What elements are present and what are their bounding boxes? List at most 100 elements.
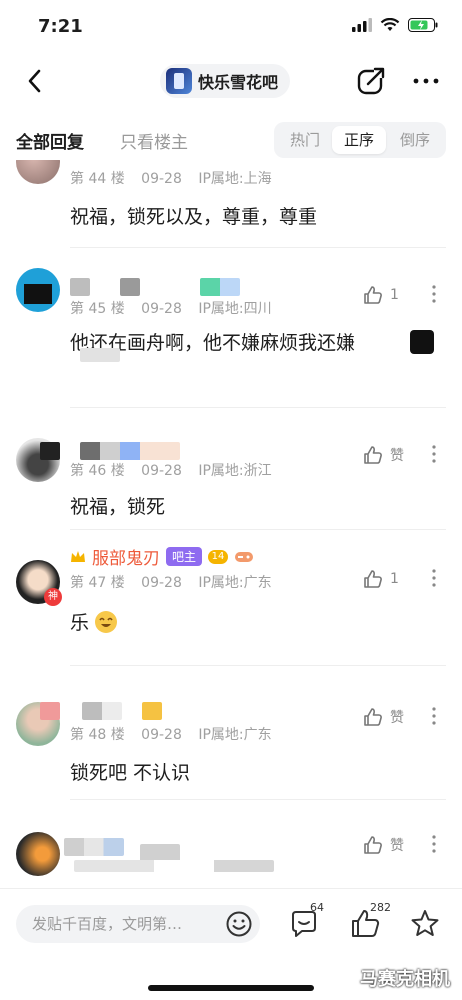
ip-location: IP属地:四川 [198,301,272,317]
reply-item[interactable]: 第 44 楼 09-28 IP属地:上海 祝福，锁死以及，尊重，尊重 [0,160,462,248]
meta-mosaic [74,860,274,872]
more-vertical-icon[interactable] [424,706,444,726]
comment-count: 64 [310,901,324,914]
status-bar: 7:21 [0,0,462,56]
signal-icon [352,18,372,32]
like-button[interactable]: 赞 [362,834,404,856]
floor-number: 第 48 楼 [70,727,125,743]
reply-item[interactable]: 第 46 楼 09-28 IP属地:浙江 赞 祝福，锁死 [0,408,462,530]
more-vertical-icon[interactable] [424,568,444,588]
more-vertical-icon[interactable] [424,834,444,854]
reply-meta: 第 44 楼 09-28 IP属地:上海 [70,168,284,188]
battery-icon [408,18,438,32]
avatar[interactable] [16,268,60,312]
username-mosaic [200,278,240,296]
sort-toggle: 热门 正序 倒序 [274,122,446,158]
tab-owner-only[interactable]: 只看楼主 [120,128,188,153]
comment-button[interactable]: 64 [288,901,324,941]
reply-meta: 第 46 楼 09-28 IP属地:浙江 [70,460,284,480]
username-mosaic [120,278,140,296]
sort-ascending[interactable]: 正序 [332,126,386,154]
more-vertical-icon[interactable] [424,444,444,464]
reply-item[interactable]: 第 48 楼 09-28 IP属地:广东 赞 锁死吧 不认识 [0,666,462,800]
back-icon[interactable] [20,66,50,96]
reply-content: 祝福，锁死以及，尊重，尊重 [70,206,318,228]
reply-list: 第 44 楼 09-28 IP属地:上海 祝福，锁死以及，尊重，尊重 第 45 … [0,160,462,888]
like-icon [364,446,382,464]
avatar-badge: 神 [44,588,62,606]
reply-date: 09-28 [141,301,182,317]
username-mosaic [142,702,162,720]
game-controller-icon [235,551,254,562]
reply-content: 乐 [70,608,119,635]
content-mosaic [80,348,120,362]
username-mosaic [82,702,122,720]
sort-descending[interactable]: 倒序 [388,126,442,154]
laugh-emoji-icon [95,610,118,633]
username-mosaic [40,702,60,720]
like-label: 赞 [390,710,404,726]
floor-number: 第 46 楼 [70,463,125,479]
floor-number: 第 44 楼 [70,171,125,187]
like-icon [364,570,382,588]
like-button[interactable]: 赞 [362,706,404,728]
tab-all-replies[interactable]: 全部回复 [16,128,84,153]
emoji-icon[interactable] [224,909,254,939]
username[interactable]: 服部鬼刃 吧主 14 [70,544,254,569]
reply-date: 09-28 [141,575,182,591]
username-mosaic [64,838,124,856]
share-icon[interactable] [354,64,388,98]
forum-avatar [166,68,192,94]
star-icon[interactable] [408,907,442,941]
reply-date: 09-28 [141,727,182,743]
ip-location: IP属地:上海 [198,171,272,187]
reply-content: 他还在画舟啊，他不嫌麻烦我还嫌 [70,332,356,354]
like-count: 1 [390,571,399,587]
reply-item[interactable]: 赞 [0,800,462,888]
reply-date: 09-28 [141,463,182,479]
reply-content: 祝福，锁死 [70,496,166,518]
like-label: 赞 [390,838,404,854]
floor-number: 第 47 楼 [70,575,125,591]
like-button[interactable]: 1 [362,284,399,306]
avatar[interactable] [16,832,60,876]
content-mosaic [410,330,434,354]
wifi-icon [380,18,400,31]
like-post-button[interactable]: 282 [348,901,391,941]
username-text: 服部鬼刃 [92,549,160,569]
username-mosaic [70,278,90,296]
reply-content: 锁死吧 不认识 [70,762,191,784]
reply-meta: 第 47 楼 09-28 IP属地:广东 [70,572,284,592]
reply-text: 乐 [70,612,90,634]
watermark: 马赛克相机 [360,969,450,990]
ip-location: IP属地:广东 [198,727,272,743]
sort-hot[interactable]: 热门 [278,126,332,154]
forum-chip[interactable]: 快乐雪花吧 [160,64,291,98]
like-icon [364,708,382,726]
reply-date: 09-28 [141,171,182,187]
ip-location: IP属地:浙江 [198,463,272,479]
owner-badge: 吧主 [166,547,203,566]
status-time: 7:21 [38,16,83,37]
like-count: 1 [390,287,399,303]
more-icon[interactable] [408,64,444,98]
crown-icon [71,550,85,562]
home-indicator [148,985,314,991]
reply-meta: 第 45 楼 09-28 IP属地:四川 [70,298,284,318]
more-vertical-icon[interactable] [424,284,444,304]
avatar[interactable] [16,160,60,184]
reply-item[interactable]: 神 服部鬼刃 吧主 14 第 47 楼 09-28 IP属地:广东 1 乐 [0,530,462,666]
level-badge: 14 [208,549,229,564]
like-icon [364,836,382,854]
like-button[interactable]: 1 [362,568,399,590]
status-icons [352,18,438,32]
username-mosaic [40,442,60,460]
like-button[interactable]: 赞 [362,444,404,466]
reply-item[interactable]: 第 45 楼 09-28 IP属地:四川 1 他还在画舟啊，他不嫌麻烦我还嫌 [0,248,462,408]
filter-bar: 全部回复 只看楼主 热门 正序 倒序 [0,118,462,160]
bottom-bar: 发贴千百度，文明第… 64 282 马赛克相机 [0,888,462,1000]
like-count: 282 [370,901,391,914]
username-mosaic [80,442,180,460]
nav-bar: 快乐雪花吧 [0,56,462,106]
like-label: 赞 [390,448,404,464]
